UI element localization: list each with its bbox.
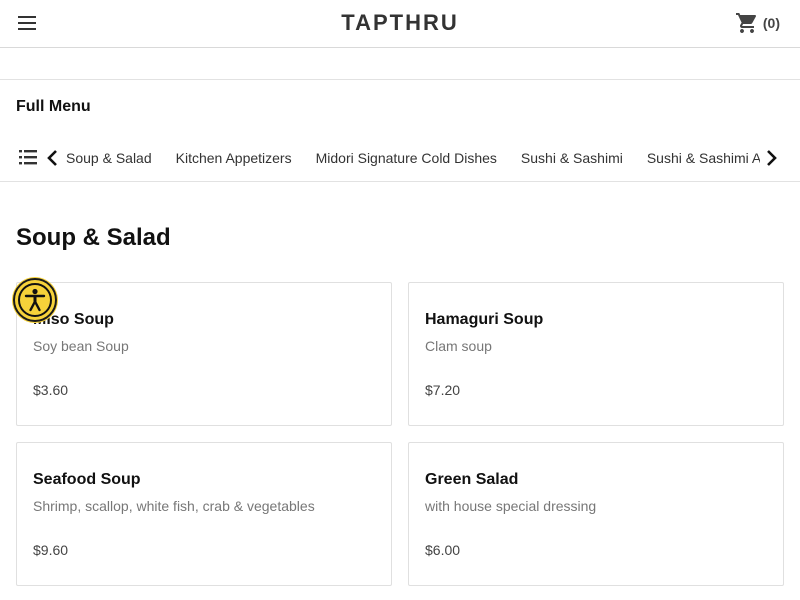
item-description: Clam soup bbox=[425, 338, 492, 354]
item-name: Green Salad bbox=[425, 471, 519, 488]
cart-count: (0) bbox=[762, 15, 780, 31]
menu-item-card[interactable]: Seafood Soup Shrimp, scallop, white fish… bbox=[16, 442, 392, 586]
header-spacer bbox=[0, 48, 800, 80]
menu-title: Full Menu bbox=[16, 98, 91, 115]
category-scroller: Soup & Salad Kitchen Appetizers Midori Sig… bbox=[66, 136, 760, 181]
shopping-cart-icon bbox=[735, 13, 756, 33]
item-price: $6.00 bbox=[425, 542, 461, 558]
category-tab-soup-salad[interactable]: Soup & Salad bbox=[66, 136, 152, 180]
item-price: $9.60 bbox=[33, 542, 69, 558]
item-description: with house special dressing bbox=[425, 498, 597, 514]
accessibility-badge bbox=[18, 283, 52, 317]
category-tab-sushi-sashimi[interactable]: Sushi & Sashimi bbox=[521, 136, 623, 180]
accessibility-button[interactable] bbox=[13, 278, 57, 322]
cart-button[interactable]: (0) bbox=[735, 11, 780, 35]
item-name: Hamaguri Soup bbox=[425, 311, 544, 328]
menu-item-card[interactable]: Green Salad with house special dressing … bbox=[408, 442, 784, 586]
chevron-left-icon[interactable] bbox=[46, 149, 60, 167]
category-tab-kitchen-appetizers[interactable]: Kitchen Appetizers bbox=[176, 136, 292, 180]
item-description: Shrimp, scallop, white fish, crab & vege… bbox=[33, 498, 315, 514]
category-tab-sushi-sashimi-a-la-carte[interactable]: Sushi & Sashimi A la Carte bbox=[647, 136, 760, 180]
accessibility-person-icon bbox=[24, 288, 46, 312]
menu-item-card[interactable]: Hamaguri Soup Clam soup $7.20 bbox=[408, 282, 784, 426]
category-nav: Soup & Salad Kitchen Appetizers Midori Sig… bbox=[0, 136, 800, 182]
chevron-right-icon[interactable] bbox=[764, 149, 780, 167]
item-price: $7.20 bbox=[425, 382, 461, 398]
category-tab-midori-signature-cold-dishes[interactable]: Midori Signature Cold Dishes bbox=[316, 136, 497, 180]
item-price: $3.60 bbox=[33, 382, 69, 398]
brand-logo-text[interactable]: TAPTHRU bbox=[0, 10, 800, 36]
menu-item-card[interactable]: Miso Soup Soy bean Soup $3.60 bbox=[16, 282, 392, 426]
top-header: TAPTHRU (0) bbox=[0, 0, 800, 48]
category-list-icon[interactable] bbox=[18, 148, 38, 166]
item-name: Seafood Soup bbox=[33, 471, 141, 488]
section-title: Soup & Salad bbox=[16, 224, 171, 251]
item-description: Soy bean Soup bbox=[33, 338, 129, 354]
